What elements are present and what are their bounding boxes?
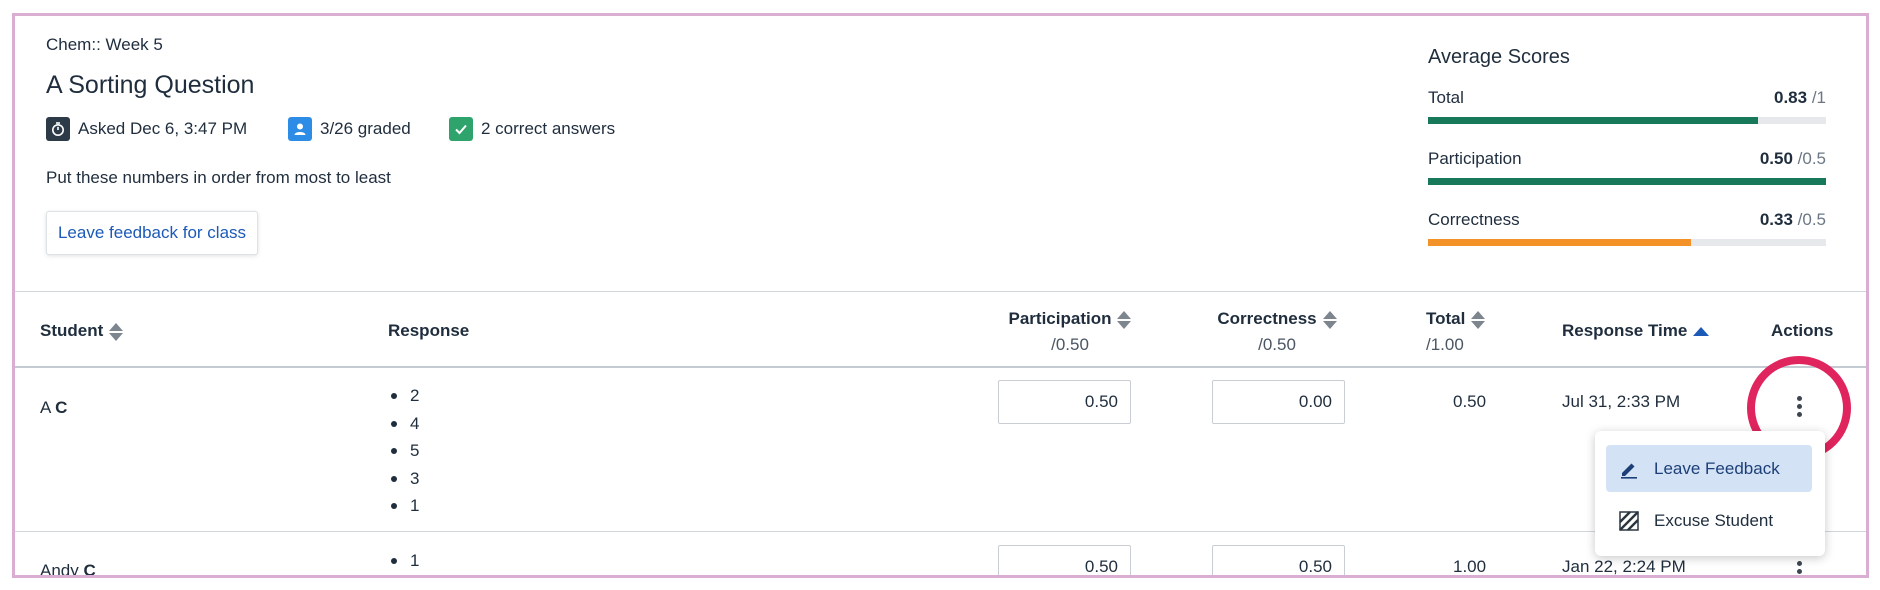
column-header-total-label: Total bbox=[1426, 309, 1466, 328]
column-header-student[interactable]: Student bbox=[40, 321, 124, 342]
participation-score-input[interactable]: 0.50 bbox=[998, 380, 1131, 424]
sort-icon[interactable] bbox=[1471, 310, 1486, 330]
menu-item-excuse-student[interactable]: Excuse Student bbox=[1606, 497, 1812, 544]
asked-meta: Asked Dec 6, 3:47 PM bbox=[46, 117, 247, 141]
average-score-label: Correctness bbox=[1428, 210, 1520, 229]
course-name: Chem:: Week 5 bbox=[46, 35, 163, 54]
column-header-response: Response bbox=[388, 321, 469, 341]
asked-text: Asked Dec 6, 3:47 PM bbox=[78, 119, 248, 138]
student-name[interactable]: Andy C bbox=[40, 561, 96, 578]
checkmark-icon bbox=[449, 117, 473, 141]
leave-feedback-class-button[interactable]: Leave feedback for class bbox=[46, 211, 258, 255]
average-score-label: Total bbox=[1428, 88, 1464, 107]
column-header-correctness-label: Correctness bbox=[1217, 309, 1317, 328]
average-score-bar-fill bbox=[1428, 117, 1759, 124]
student-first-name: A bbox=[40, 398, 51, 417]
column-header-correctness[interactable]: Correctness /0.50 bbox=[1212, 309, 1342, 355]
student-first-name: Andy bbox=[40, 561, 79, 578]
menu-item-label: Leave Feedback bbox=[1654, 458, 1780, 478]
column-header-student-label: Student bbox=[40, 321, 104, 340]
hatch-icon bbox=[1618, 510, 1640, 532]
stopwatch-icon bbox=[46, 117, 70, 141]
question-title: A Sorting Question bbox=[46, 71, 255, 99]
column-header-participation[interactable]: Participation /0.50 bbox=[1000, 309, 1140, 355]
more-actions-icon[interactable] bbox=[1784, 556, 1814, 575]
average-score-bar-fill bbox=[1428, 178, 1826, 185]
header-divider bbox=[15, 366, 1866, 368]
column-header-total[interactable]: Total /1.00 bbox=[1426, 309, 1486, 355]
average-score-bar-fill bbox=[1428, 239, 1691, 246]
graded-meta: 3/26 graded bbox=[288, 117, 411, 141]
graded-text: 3/26 graded bbox=[320, 119, 411, 138]
total-max: /1.00 bbox=[1426, 334, 1464, 354]
column-header-response-label: Response bbox=[388, 321, 470, 340]
average-score-bar bbox=[1428, 239, 1826, 246]
student-last-name: C bbox=[83, 561, 96, 578]
average-score-bar bbox=[1428, 178, 1826, 185]
sort-icon[interactable] bbox=[1117, 310, 1132, 330]
sort-ascending-icon[interactable] bbox=[1693, 327, 1710, 337]
participation-max: /0.50 bbox=[1051, 334, 1089, 354]
column-header-actions-label: Actions bbox=[1771, 321, 1834, 340]
person-icon bbox=[288, 117, 312, 141]
correct-text: 2 correct answers bbox=[481, 119, 616, 138]
correct-meta: 2 correct answers bbox=[449, 117, 615, 141]
correctness-score-input[interactable]: 0.50 bbox=[1212, 545, 1345, 575]
response-time: Jul 31, 2:33 PM bbox=[1562, 392, 1681, 411]
response-list: 2 4 5 3 1 bbox=[388, 386, 419, 524]
column-header-actions: Actions bbox=[1771, 321, 1833, 341]
menu-item-label: Excuse Student bbox=[1654, 510, 1774, 530]
average-score-value: 0.33 /0.5 bbox=[1759, 210, 1826, 229]
student-last-name: C bbox=[55, 398, 68, 417]
participation-score-input[interactable]: 0.50 bbox=[998, 545, 1131, 575]
response-item: 1 bbox=[388, 551, 419, 575]
average-score-value: 0.83 /1 bbox=[1773, 88, 1826, 107]
row-divider bbox=[15, 531, 1866, 532]
correctness-max: /0.50 bbox=[1258, 334, 1296, 354]
sort-icon[interactable] bbox=[1322, 310, 1337, 330]
response-item: 1 bbox=[388, 496, 419, 524]
average-score-label: Participation bbox=[1428, 149, 1522, 168]
response-item: 2 bbox=[388, 386, 419, 414]
menu-item-leave-feedback[interactable]: Leave Feedback bbox=[1606, 445, 1812, 492]
average-score-bar bbox=[1428, 117, 1826, 124]
response-list: 1 bbox=[388, 551, 419, 575]
column-header-response-time-label: Response Time bbox=[1562, 321, 1688, 340]
response-item: 5 bbox=[388, 441, 419, 469]
correctness-score-input[interactable]: 0.00 bbox=[1212, 380, 1345, 424]
column-header-participation-label: Participation bbox=[1008, 309, 1112, 328]
pencil-icon bbox=[1618, 458, 1640, 480]
assignment-panel: Chem:: Week 5 A Sorting Question Asked D… bbox=[12, 13, 1869, 578]
sort-icon[interactable] bbox=[109, 322, 124, 342]
column-header-response-time[interactable]: Response Time bbox=[1562, 321, 1710, 341]
response-time: Jan 22, 2:24 PM bbox=[1562, 557, 1686, 576]
student-name[interactable]: A C bbox=[40, 398, 67, 418]
question-prompt: Put these numbers in order from most to … bbox=[46, 168, 391, 187]
average-score-value: 0.50 /0.5 bbox=[1759, 149, 1826, 168]
total-score: 1.00 bbox=[1453, 557, 1487, 576]
average-scores-title: Average Scores bbox=[1428, 46, 1570, 68]
actions-menu: Leave Feedback Excuse Student bbox=[1595, 431, 1825, 556]
divider bbox=[15, 291, 1866, 292]
total-score: 0.50 bbox=[1453, 392, 1487, 411]
response-item: 4 bbox=[388, 414, 419, 442]
response-item: 3 bbox=[388, 469, 419, 497]
